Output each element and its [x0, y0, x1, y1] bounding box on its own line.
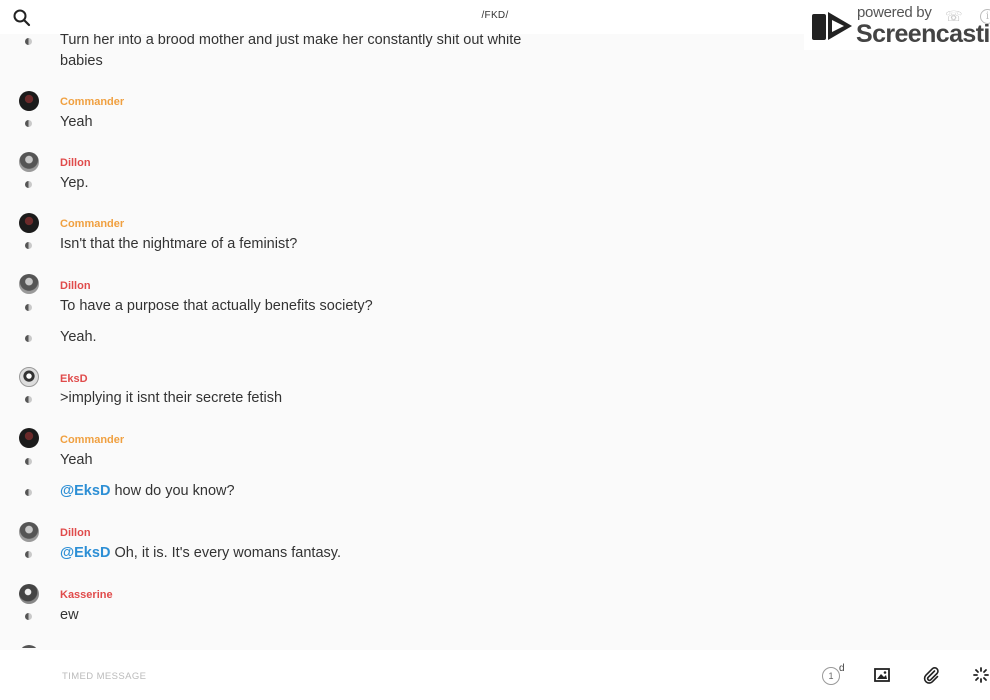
avatar[interactable] — [19, 213, 39, 233]
avatar[interactable] — [19, 152, 39, 172]
read-status-icon — [25, 489, 32, 496]
message-text: @EksD how do you know? — [60, 481, 235, 502]
message-author[interactable]: Dillon — [60, 157, 91, 169]
message-text: Yeah. — [60, 329, 97, 345]
read-status-icon — [25, 396, 32, 403]
spinner-icon[interactable] — [972, 666, 990, 684]
image-icon[interactable] — [873, 666, 891, 684]
read-status-icon — [25, 242, 32, 249]
message-author[interactable]: Dillon — [60, 527, 91, 539]
timer-unit: d — [839, 663, 845, 674]
composer-bar: 1 d — [0, 650, 990, 700]
user-mention[interactable]: @EksD — [60, 545, 110, 561]
message-text: Yep. — [60, 175, 89, 191]
message-timer-button[interactable]: 1 d — [822, 663, 850, 688]
message-text-body: how do you know? — [110, 483, 235, 499]
message-text: Yeah — [60, 452, 93, 468]
read-status-icon — [25, 613, 32, 620]
message-author[interactable]: Commander — [60, 218, 124, 230]
message-author[interactable]: Commander — [60, 434, 124, 446]
read-status-icon — [25, 551, 32, 558]
message-author[interactable]: Commander — [60, 96, 124, 108]
read-status-icon — [25, 335, 32, 342]
avatar[interactable] — [19, 274, 39, 294]
message-text: >implying it isnt their secrete fetish — [60, 390, 283, 406]
avatar[interactable] — [19, 367, 39, 387]
message-text: ew — [60, 607, 79, 623]
read-status-icon — [25, 120, 32, 127]
phone-icon: ☏ — [945, 8, 963, 24]
message-text: Isn't that the nightmare of a feminist? — [60, 236, 298, 252]
avatar[interactable] — [19, 522, 39, 542]
message-text: To have a purpose that actually benefits… — [60, 298, 373, 314]
avatar[interactable] — [19, 584, 39, 604]
message-author[interactable]: Kasserine — [60, 589, 113, 601]
message-text: Turn her into a brood mother and just ma… — [60, 34, 522, 69]
message-author[interactable]: EksD — [60, 373, 88, 385]
message-list: Turn her into a brood mother and just ma… — [0, 34, 990, 648]
read-status-icon — [25, 458, 32, 465]
paperclip-icon[interactable] — [922, 666, 940, 684]
read-status-icon — [25, 181, 32, 188]
message-author[interactable]: Dillon — [60, 280, 91, 292]
message-text: @EksD Oh, it is. It's every womans fanta… — [60, 543, 341, 564]
user-mention[interactable]: @EksD — [60, 483, 110, 499]
avatar[interactable] — [19, 91, 39, 111]
watermark-powered-by: powered by — [857, 4, 932, 21]
read-status-icon — [25, 38, 32, 45]
timer-value: 1 — [822, 667, 840, 685]
read-status-icon — [25, 304, 32, 311]
avatar[interactable] — [19, 428, 39, 448]
info-icon: i — [980, 9, 990, 24]
message-text: Yeah — [60, 114, 93, 130]
message-text-body: Oh, it is. It's every womans fantasy. — [110, 545, 341, 561]
avatar[interactable] — [19, 645, 39, 648]
timed-message-input[interactable] — [60, 665, 564, 687]
